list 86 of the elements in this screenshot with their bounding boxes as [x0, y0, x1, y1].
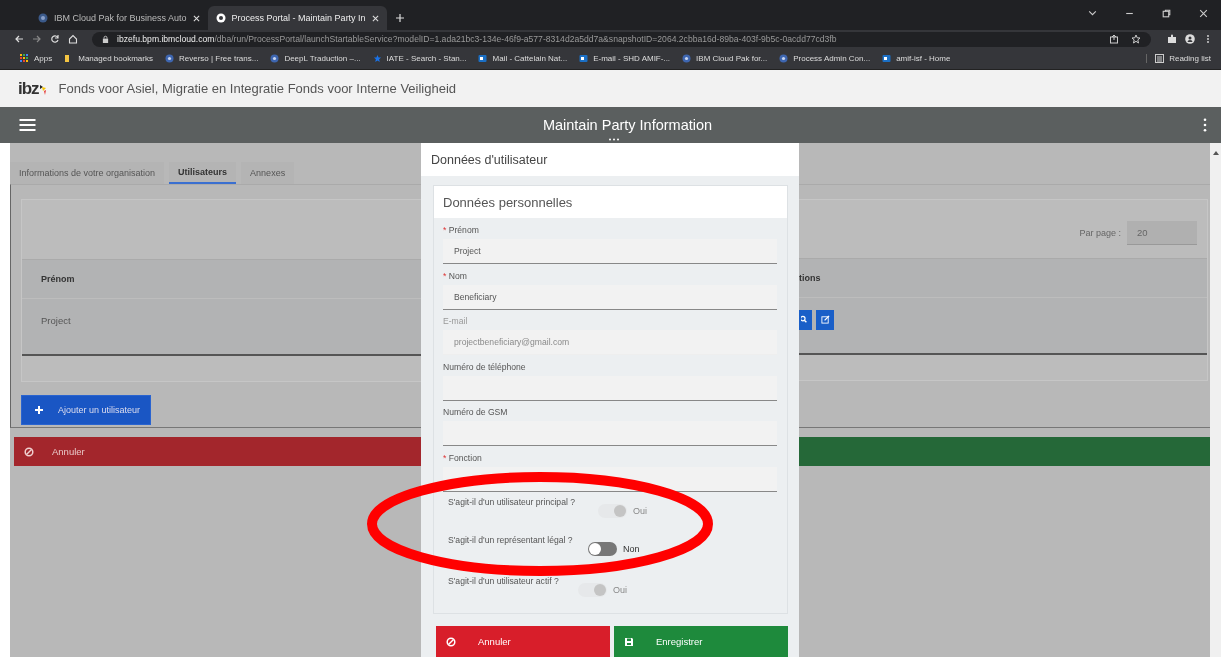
input-field[interactable] — [443, 421, 777, 446]
toggle-label: S'agit-il d'un utilisateur principal ? — [448, 496, 575, 508]
section-title: Données personnelles — [443, 194, 573, 210]
plus-icon — [34, 404, 44, 415]
scrollbar[interactable] — [1210, 143, 1221, 657]
restore-icon[interactable] — [1161, 8, 1172, 19]
field-label: * Fonction — [443, 451, 483, 465]
profile-icon[interactable] — [1185, 34, 1195, 44]
bookmark[interactable]: Mail - Cattelain Nat... — [478, 54, 568, 63]
globe-icon — [270, 54, 280, 63]
share-icon[interactable] — [1109, 34, 1119, 44]
browser-tab[interactable]: Process Portal - Maintain Party In — [207, 6, 387, 30]
bookmark[interactable]: Process Admin Con... — [779, 54, 871, 63]
bookmark[interactable]: Reverso | Free trans... — [164, 54, 259, 63]
mail-icon — [882, 54, 892, 63]
toggle-state: Oui — [613, 585, 627, 595]
bookmark[interactable]: IBM Cloud Pak for... — [682, 54, 768, 63]
scroll-up-icon[interactable] — [1212, 151, 1219, 155]
globe-icon — [215, 13, 226, 23]
drag-handle-icon[interactable] — [608, 138, 620, 141]
close-icon[interactable] — [192, 14, 200, 22]
lock-icon — [102, 34, 109, 44]
toggle-label: S'agit-il d'un utilisateur actif ? — [448, 575, 559, 587]
input-field[interactable] — [443, 375, 777, 401]
reload-icon[interactable] — [50, 34, 60, 44]
field-label: E-mail — [443, 315, 469, 328]
chevron-icon[interactable] — [1087, 8, 1098, 19]
toggle-state: Non — [623, 544, 640, 554]
globe-icon — [682, 54, 692, 63]
field-label: Numéro de GSM — [443, 406, 509, 419]
field-label: Numéro de téléphone — [443, 360, 527, 374]
field-label: * Prénom — [443, 224, 480, 237]
globe-icon — [38, 13, 48, 23]
star-icon[interactable] — [1131, 34, 1141, 44]
table-cell-text: Project — [40, 315, 71, 326]
browser-tab[interactable]: IBM Cloud Pak for Business Auto — [30, 6, 208, 30]
kebab-icon[interactable] — [1203, 118, 1207, 132]
back-icon[interactable] — [14, 34, 24, 44]
bookmark[interactable]: Managed bookmarks — [64, 54, 153, 63]
forward-icon[interactable] — [32, 34, 42, 44]
tab[interactable]: Utilisateurs — [169, 162, 237, 184]
field-label: * Nom — [443, 269, 468, 283]
cancel-icon — [24, 446, 34, 457]
page-title: Maintain Party Information — [542, 117, 713, 133]
tab[interactable]: Informations de votre organisation — [10, 162, 165, 184]
home-icon[interactable] — [68, 34, 78, 44]
search-icon — [801, 315, 810, 324]
list-icon — [1155, 54, 1165, 63]
grid-icon — [20, 54, 29, 63]
dialog-title: Données d'utilisateur — [431, 152, 548, 167]
bookmark[interactable]: amif-isf - Home — [882, 54, 951, 63]
globe-icon — [164, 54, 174, 63]
close-icon[interactable] — [371, 14, 379, 22]
close-icon[interactable] — [1198, 8, 1209, 19]
bookmark[interactable]: E-mail - SHD AMIF-... — [579, 54, 671, 63]
toggle-state: Oui — [633, 506, 647, 516]
toggle-switch[interactable] — [588, 542, 617, 556]
save-button[interactable]: Enregistrer — [614, 626, 788, 657]
input-field[interactable]: Project — [443, 239, 777, 264]
mail-icon — [478, 54, 488, 63]
input-field[interactable]: Beneficiary — [443, 284, 777, 310]
per-page-label: Par page : — [1079, 228, 1121, 238]
bookmark[interactable]: IATE - Search - Stan... — [372, 54, 467, 63]
menu-icon[interactable] — [19, 118, 36, 132]
cancel-button[interactable]: Annuler — [436, 626, 610, 657]
edit-button[interactable] — [816, 309, 834, 330]
globe-icon — [779, 54, 789, 63]
edit-icon — [820, 315, 830, 324]
address-bar[interactable]: ibzefu.bpm.ibmcloud.com/dba/run/ProcessPortal/launchStartableService?modelID=1.ada21bc3-134e-46f9-a577-8314d2a5dd7a&snapshotID=2064.2cbba16d-89ba-403f-9b5c-0acdd77cd3fb — [92, 31, 1151, 47]
organization-title: Fonds voor Asiel, Migratie en Integratie Fonds voor Interne Veiligheid — [58, 81, 457, 96]
mail-icon — [579, 54, 589, 63]
column-header: tions — [799, 273, 821, 283]
tab[interactable]: Annexes — [241, 162, 295, 184]
reading-list-button[interactable]: Reading list — [1146, 54, 1211, 63]
column-header: Prénom — [40, 274, 75, 284]
puzzle-icon[interactable] — [1167, 34, 1177, 44]
bookmark[interactable]: Apps — [20, 54, 53, 63]
logo: ibz — [18, 78, 47, 99]
cancel-button[interactable]: Annuler — [14, 437, 421, 466]
add-user-button[interactable]: Ajouter un utilisateur — [21, 394, 151, 425]
star-icon — [372, 54, 382, 63]
bookmark[interactable]: DeepL Traduction –... — [270, 54, 361, 63]
cancel-icon — [446, 636, 456, 647]
new-tab-icon[interactable] — [394, 13, 405, 23]
view-button[interactable] — [799, 309, 812, 330]
toggle-label: S'agit-il d'un représentant légal ? — [448, 534, 573, 546]
